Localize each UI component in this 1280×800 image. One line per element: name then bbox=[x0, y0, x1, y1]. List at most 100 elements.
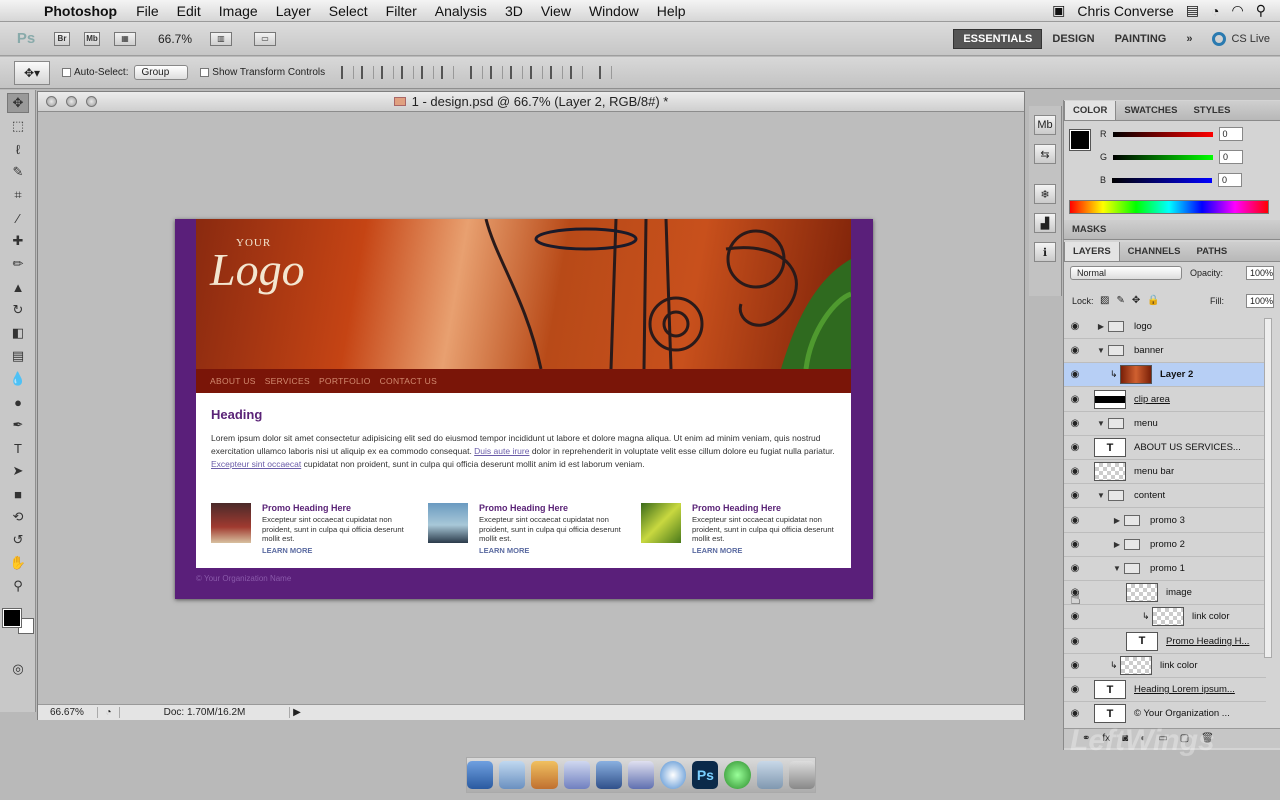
blue-slider[interactable] bbox=[1112, 177, 1213, 183]
histogram-panel-icon[interactable]: ▟ bbox=[1034, 213, 1056, 233]
layer-row[interactable]: ◉ ▼ menu bbox=[1064, 412, 1266, 436]
lock-transparency-icon[interactable]: ▨ bbox=[1100, 295, 1109, 306]
clone-stamp-tool-icon[interactable]: ▲ bbox=[7, 277, 29, 297]
lock-image-icon[interactable]: ✎ bbox=[1116, 295, 1124, 306]
layer-expand-arrow-icon[interactable]: ▼ bbox=[1094, 419, 1108, 428]
status-info-icon[interactable]: ◔ bbox=[98, 707, 120, 718]
paragraph-link-2[interactable]: Excepteur sint occaecat bbox=[211, 459, 301, 469]
photos-app-icon[interactable] bbox=[531, 761, 558, 789]
history-brush-tool-icon[interactable]: ↻ bbox=[7, 300, 29, 320]
promo-1-learn-more[interactable]: LEARN MORE bbox=[262, 546, 312, 555]
bridge-button[interactable]: Br bbox=[54, 31, 70, 46]
layer-row[interactable]: ◉ image bbox=[1064, 581, 1266, 606]
menu-layer[interactable]: Layer bbox=[267, 3, 320, 19]
minimize-window-icon[interactable] bbox=[66, 96, 77, 107]
canvas-area[interactable]: YOUR Logo ABOUT US SERVICES PORTFOLIO CO… bbox=[38, 113, 1024, 704]
layer-visibility-eye-icon[interactable]: ◉ bbox=[1064, 636, 1086, 647]
trash-icon[interactable] bbox=[788, 761, 816, 789]
pen-tool-icon[interactable]: ✒ bbox=[7, 415, 29, 435]
distribute-top-icon[interactable] bbox=[470, 66, 484, 79]
lasso-tool-icon[interactable]: ℓ bbox=[7, 139, 29, 159]
layer-visibility-eye-icon[interactable]: ◉ bbox=[1064, 394, 1086, 405]
gradient-tool-icon[interactable]: ▤ bbox=[7, 346, 29, 366]
app-menu[interactable]: Photoshop bbox=[36, 3, 127, 19]
quick-mask-icon[interactable]: ◎ bbox=[7, 659, 29, 679]
eyedropper-tool-icon[interactable]: ⁄ bbox=[7, 208, 29, 228]
layer-visibility-eye-icon[interactable]: ◉ bbox=[1064, 660, 1086, 671]
layer-row[interactable]: ◉ clip area bbox=[1064, 388, 1266, 412]
finder-icon[interactable] bbox=[466, 761, 494, 789]
zoom-level-dropdown[interactable]: 66.7% bbox=[158, 32, 192, 46]
green-value-input[interactable]: 0 bbox=[1219, 150, 1244, 164]
menu-filter[interactable]: Filter bbox=[377, 3, 426, 19]
brush-tool-icon[interactable]: ✏ bbox=[7, 254, 29, 274]
tab-swatches[interactable]: SWATCHES bbox=[1116, 101, 1185, 120]
eraser-tool-icon[interactable]: ◧ bbox=[7, 323, 29, 343]
zoom-window-icon[interactable] bbox=[86, 96, 97, 107]
camera-icon[interactable]: ▣ bbox=[1052, 2, 1065, 19]
show-transform-checkbox-box[interactable] bbox=[200, 68, 210, 77]
layer-visibility-eye-icon[interactable]: ◉ bbox=[1064, 369, 1086, 380]
auto-align-icon[interactable] bbox=[599, 66, 613, 79]
promo-2-image[interactable] bbox=[428, 503, 468, 543]
workspace-painting[interactable]: PAINTING bbox=[1105, 33, 1177, 45]
tab-color[interactable]: COLOR bbox=[1064, 101, 1117, 120]
user-name[interactable]: Chris Converse bbox=[1077, 3, 1173, 19]
banner-image[interactable]: YOUR Logo bbox=[196, 219, 851, 369]
shape-tool-icon[interactable]: ■ bbox=[7, 484, 29, 504]
dodge-tool-icon[interactable]: ● bbox=[7, 392, 29, 412]
menu-window[interactable]: Window bbox=[580, 3, 648, 19]
move-tool-icon[interactable]: ✥ bbox=[7, 93, 29, 113]
layer-row[interactable]: ◉ ▼ promo 1 bbox=[1064, 557, 1266, 581]
layer-expand-arrow-icon[interactable]: ▶ bbox=[1110, 516, 1124, 525]
marquee-tool-icon[interactable]: ⬚ bbox=[7, 116, 29, 136]
menu-edit[interactable]: Edit bbox=[168, 3, 210, 19]
layer-visibility-eye-icon[interactable]: ◉ bbox=[1064, 539, 1086, 550]
spotlight-search-icon[interactable]: ⚲ bbox=[1256, 2, 1266, 19]
screen-app-icon[interactable] bbox=[499, 761, 526, 789]
layer-row[interactable]: ◉ T Heading Lorem ipsum... bbox=[1064, 678, 1266, 702]
red-slider[interactable] bbox=[1112, 131, 1213, 137]
menu-view[interactable]: View bbox=[532, 3, 580, 19]
layer-row[interactable]: ◉ T ABOUT US SERVICES... bbox=[1064, 436, 1266, 460]
layer-expand-arrow-icon[interactable]: ▼ bbox=[1110, 564, 1124, 573]
auto-select-checkbox[interactable]: Auto-Select: bbox=[62, 67, 128, 78]
cs-live-button[interactable]: CS Live bbox=[1202, 31, 1280, 46]
promo-3-image[interactable] bbox=[641, 503, 681, 543]
promo-3-learn-more[interactable]: LEARN MORE bbox=[692, 546, 742, 555]
menu-file[interactable]: File bbox=[127, 3, 168, 19]
leaf-app-icon[interactable] bbox=[724, 761, 751, 789]
layer-visibility-eye-icon[interactable]: ◉ bbox=[1064, 611, 1086, 622]
iphoto-icon[interactable] bbox=[627, 761, 655, 789]
menu-image[interactable]: Image bbox=[210, 3, 267, 19]
layer-expand-arrow-icon[interactable]: ▶ bbox=[1110, 540, 1124, 549]
arrange-documents-button[interactable]: ▥ bbox=[210, 31, 233, 46]
layer-visibility-eye-icon[interactable]: ◉ bbox=[1064, 708, 1086, 719]
menu-3d[interactable]: 3D bbox=[496, 3, 532, 19]
promo-2-learn-more[interactable]: LEARN MORE bbox=[479, 546, 529, 555]
document-title-bar[interactable]: 1 - design.psd @ 66.7% (Layer 2, RGB/8#)… bbox=[38, 92, 1024, 112]
layer-expand-arrow-icon[interactable]: ▼ bbox=[1094, 491, 1108, 500]
layer-visibility-eye-icon[interactable]: ◉ bbox=[1064, 490, 1086, 501]
mini-bridge-panel-icon[interactable]: Mb bbox=[1034, 115, 1056, 135]
menu-portfolio[interactable]: PORTFOLIO bbox=[319, 376, 371, 386]
hand-tool-icon[interactable]: ✋ bbox=[7, 553, 29, 573]
move-tool-preset-icon[interactable]: ✥▾ bbox=[14, 60, 50, 85]
distribute-right-icon[interactable] bbox=[570, 66, 584, 79]
red-value-input[interactable]: 0 bbox=[1218, 127, 1243, 141]
promo-1-image[interactable] bbox=[211, 503, 251, 543]
crop-tool-icon[interactable]: ⌗ bbox=[7, 185, 29, 205]
menu-contact-us[interactable]: CONTACT US bbox=[380, 376, 437, 386]
close-window-icon[interactable] bbox=[46, 96, 57, 107]
layer-row[interactable]: ◉ T Promo Heading H... bbox=[1064, 630, 1266, 654]
layer-expand-arrow-icon[interactable]: ▼ bbox=[1094, 346, 1108, 355]
info-panel-icon[interactable]: ℹ bbox=[1034, 242, 1056, 262]
3d-rotate-tool-icon[interactable]: ⟲ bbox=[7, 507, 29, 527]
green-slider[interactable] bbox=[1113, 154, 1214, 160]
text-editor-icon[interactable] bbox=[563, 761, 590, 789]
lock-position-icon[interactable]: ✥ bbox=[1132, 295, 1140, 306]
align-bottom-icon[interactable] bbox=[381, 66, 395, 79]
auto-select-target-dropdown[interactable]: Group bbox=[134, 65, 189, 80]
3d-orbit-tool-icon[interactable]: ↺ bbox=[7, 530, 29, 550]
menu-select[interactable]: Select bbox=[320, 3, 377, 19]
